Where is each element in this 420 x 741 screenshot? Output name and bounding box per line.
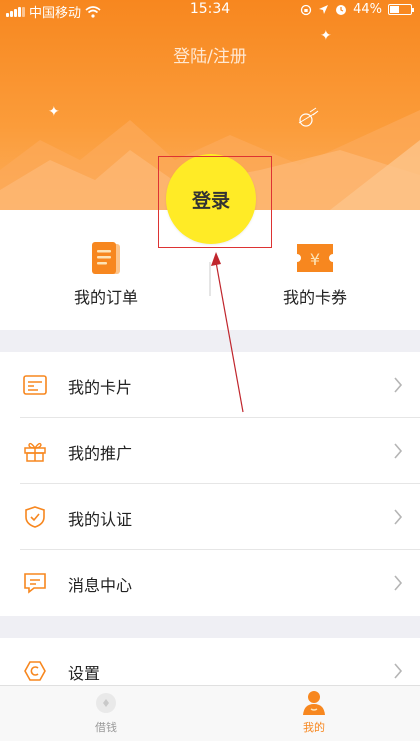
gift-icon bbox=[24, 442, 46, 462]
tab-mine[interactable]: 我的 bbox=[264, 690, 364, 735]
divider bbox=[209, 262, 211, 296]
tab-bar: 借钱 我的 bbox=[0, 685, 420, 741]
alarm-icon bbox=[336, 4, 347, 15]
status-bar: 中国移动 15:34 44% bbox=[0, 0, 420, 21]
quick-link-coupons[interactable]: ¥ 我的卡券 bbox=[245, 240, 385, 308]
highlight-box bbox=[158, 156, 272, 248]
chevron-right-icon bbox=[394, 377, 403, 393]
menu-item-promotion[interactable]: 我的推广 bbox=[0, 418, 420, 484]
user-icon bbox=[303, 691, 325, 715]
shield-check-icon bbox=[25, 506, 45, 528]
borrow-icon bbox=[96, 693, 116, 713]
page-title: 登陆/注册 bbox=[173, 47, 247, 67]
menu-group-main: 我的卡片 我的推广 我的认证 消息中心 bbox=[0, 352, 420, 616]
menu-item-label: 设置 bbox=[68, 664, 101, 683]
rotation-lock-icon bbox=[300, 4, 312, 15]
menu-item-label: 我的卡片 bbox=[68, 378, 133, 397]
chevron-right-icon bbox=[394, 663, 403, 679]
chevron-right-icon bbox=[394, 443, 403, 459]
tab-label: 借钱 bbox=[95, 721, 117, 734]
quick-link-label: 我的卡券 bbox=[282, 288, 347, 307]
settings-icon bbox=[24, 661, 46, 681]
quick-link-label: 我的订单 bbox=[73, 288, 138, 307]
coupon-icon: ¥ bbox=[297, 244, 333, 272]
quick-link-orders[interactable]: 我的订单 bbox=[36, 240, 176, 308]
menu-item-label: 我的认证 bbox=[68, 510, 133, 529]
card-icon bbox=[23, 375, 47, 395]
svg-text:¥: ¥ bbox=[310, 250, 320, 269]
planet-icon bbox=[298, 107, 319, 127]
tab-borrow[interactable]: 借钱 bbox=[56, 690, 156, 735]
menu-item-verification[interactable]: 我的认证 bbox=[0, 484, 420, 550]
tab-label: 我的 bbox=[303, 721, 325, 734]
location-icon bbox=[319, 5, 329, 14]
menu-item-label: 消息中心 bbox=[68, 576, 133, 595]
battery-percent: 44% bbox=[353, 2, 382, 17]
menu-item-cards[interactable]: 我的卡片 bbox=[0, 352, 420, 418]
chevron-right-icon bbox=[394, 509, 403, 525]
sparkle-icon: ✦ bbox=[48, 104, 60, 120]
order-icon bbox=[92, 242, 120, 274]
battery-icon bbox=[388, 4, 414, 15]
menu-item-label: 我的推广 bbox=[68, 444, 133, 463]
menu-item-messages[interactable]: 消息中心 bbox=[0, 550, 420, 616]
message-icon bbox=[24, 573, 46, 594]
chevron-right-icon bbox=[394, 575, 403, 591]
